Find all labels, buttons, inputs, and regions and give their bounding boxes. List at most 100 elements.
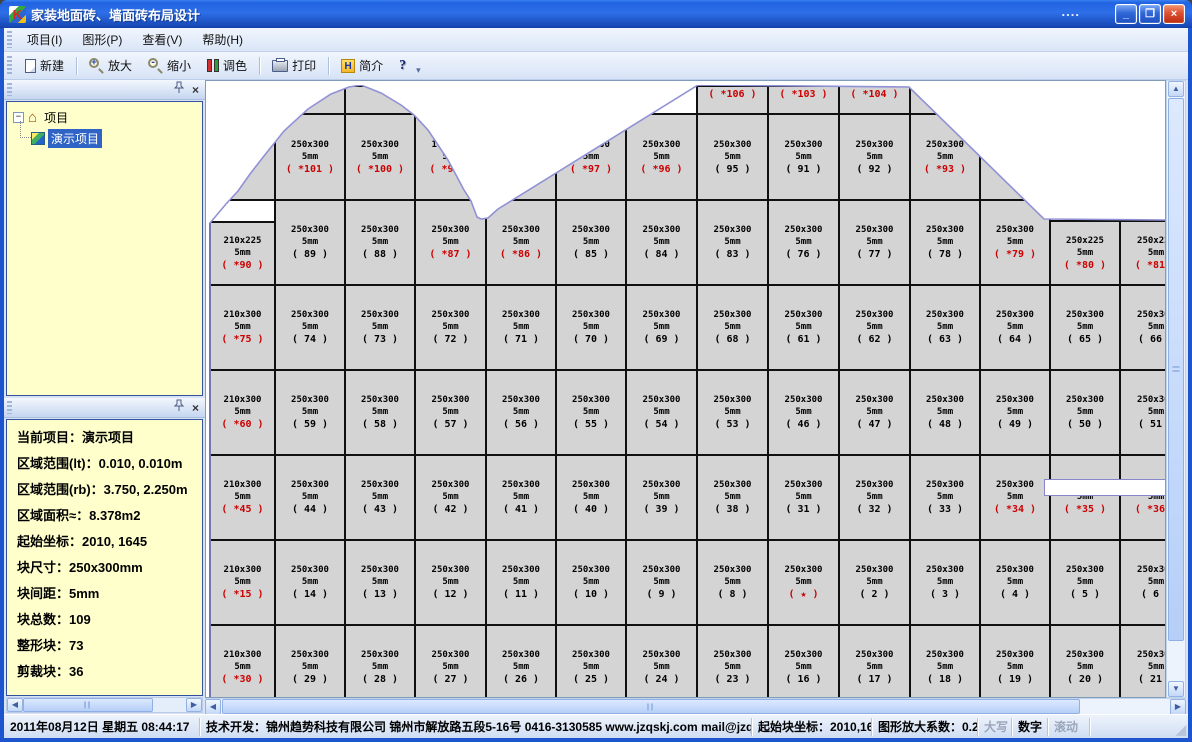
tile[interactable]: 250x3005mm( 33 ) xyxy=(909,454,981,541)
tile[interactable]: 250x3005mm( 92 ) xyxy=(838,113,911,201)
tile[interactable]: 250x3005mm( 77 ) xyxy=(838,199,911,286)
tile[interactable]: 250x3005mm( 17 ) xyxy=(838,624,911,697)
tile[interactable]: 250x3005mm( 46 ) xyxy=(767,369,840,456)
tile[interactable]: 250x3005mm( 29 ) xyxy=(274,624,346,697)
tile[interactable]: 250x3005mm( 48 ) xyxy=(909,369,981,456)
close-button[interactable]: × xyxy=(1163,4,1185,24)
tile[interactable]: 250x3005mm( 68 ) xyxy=(696,284,769,371)
tile[interactable]: 250x3005mm( 91 ) xyxy=(767,113,840,201)
tile[interactable]: 250x3005mm( 55 ) xyxy=(555,369,627,456)
tile-layout-canvas[interactable]: 250x3005mm( 21 )250x3005mm( 20 )250x3005… xyxy=(209,85,1165,697)
pin-icon[interactable] xyxy=(174,81,184,99)
menu-project[interactable]: 项目(I) xyxy=(17,28,72,51)
tile[interactable]: 250x3005mm( 18 ) xyxy=(909,624,981,697)
tile[interactable]: 250x3005mm( 56 ) xyxy=(485,369,557,456)
about-button[interactable]: H 简介 xyxy=(333,53,391,78)
tile[interactable]: 250x3005mm( 64 ) xyxy=(979,284,1051,371)
tile[interactable]: 250x3005mm( 14 ) xyxy=(274,539,346,626)
tile[interactable]: 250x2255mm( *80 ) xyxy=(1049,220,1121,286)
tile[interactable]: 250x3005mm( 41 ) xyxy=(485,454,557,541)
tile[interactable]: 250x3005mm( 10 ) xyxy=(555,539,627,626)
menu-graphics[interactable]: 图形(P) xyxy=(72,28,132,51)
tile[interactable]: 250x3005mm( *34 ) xyxy=(979,454,1051,541)
tile[interactable]: 250x3005mm( 76 ) xyxy=(767,199,840,286)
tile[interactable] xyxy=(209,113,276,201)
panel-close-icon[interactable]: × xyxy=(192,402,199,414)
tile[interactable]: 250x2255mm( *81 ) xyxy=(1119,220,1165,286)
tile[interactable]: 250x3005mm( 4 ) xyxy=(979,539,1051,626)
tile[interactable]: 250x3005mm( 28 ) xyxy=(344,624,416,697)
menu-view[interactable]: 查看(V) xyxy=(132,28,192,51)
tile[interactable]: ( *103 ) xyxy=(767,85,840,115)
zoom-in-button[interactable]: + 放大 xyxy=(81,53,140,78)
tile[interactable]: 250x3005mm( 23 ) xyxy=(696,624,769,697)
tile[interactable]: 250x3005mm( 57 ) xyxy=(414,369,487,456)
tile[interactable]: 250x3005mm( 38 ) xyxy=(696,454,769,541)
tile[interactable]: 250x3005mm( 12 ) xyxy=(414,539,487,626)
panel-grip[interactable] xyxy=(7,401,12,414)
tile[interactable]: 250x3005mm( ★ ) xyxy=(767,539,840,626)
scroll-left-arrow[interactable]: ◀ xyxy=(205,699,221,715)
tile[interactable]: 250x3005mm( 26 ) xyxy=(485,624,557,697)
tile[interactable]: 250x3005mm( 24 ) xyxy=(625,624,698,697)
tile[interactable]: 250x3005mm( *100 ) xyxy=(344,113,416,201)
scroll-up-arrow[interactable]: ▲ xyxy=(1168,81,1184,97)
zoom-out-button[interactable]: - 缩小 xyxy=(140,53,199,78)
tile[interactable]: 250x3005mm( 84 ) xyxy=(625,199,698,286)
tile[interactable]: 210x2255mm( *90 ) xyxy=(209,221,276,286)
scrollbar-thumb[interactable] xyxy=(23,698,153,712)
resize-grip[interactable]: ◢ xyxy=(1176,722,1186,738)
scroll-right-arrow[interactable]: ▶ xyxy=(1170,699,1186,715)
tile[interactable]: 250x3005mm( 11 ) xyxy=(485,539,557,626)
tile[interactable]: 250x3005mm( *98 ) xyxy=(485,113,557,201)
tile[interactable]: 250x3005mm( 27 ) xyxy=(414,624,487,697)
print-button[interactable]: 打印 xyxy=(264,53,324,78)
canvas-hscrollbar[interactable]: ◀ ▶ xyxy=(205,698,1186,714)
tree-item-demo-project[interactable]: 演示项目 xyxy=(31,129,202,148)
toolbar-overflow-button[interactable]: ▾ xyxy=(416,65,421,79)
tile[interactable]: 210x3005mm( *75 ) xyxy=(209,284,276,371)
tile[interactable]: 250x3005mm( *101 ) xyxy=(274,113,346,201)
tile[interactable] xyxy=(344,85,416,115)
tile[interactable]: 250x3005mm( 85 ) xyxy=(555,199,627,286)
tile[interactable]: ( *106 ) xyxy=(696,85,769,115)
tree-root-row[interactable]: − ⌂ 项目 xyxy=(13,108,202,127)
tile-edit-box[interactable] xyxy=(1044,479,1165,496)
tile[interactable]: 250x3005mm( 39 ) xyxy=(625,454,698,541)
tile[interactable]: 250x3005mm( *96 ) xyxy=(625,113,698,201)
tile[interactable]: 250x3005mm( *93 ) xyxy=(909,113,981,201)
tile[interactable]: 250x3005mm( 74 ) xyxy=(274,284,346,371)
tile[interactable]: 250x3005mm( 61 ) xyxy=(767,284,840,371)
help-button[interactable]: ? xyxy=(391,55,414,77)
tile[interactable]: 250x3005mm( 78 ) xyxy=(909,199,981,286)
tile[interactable]: 250x3005mm( 71 ) xyxy=(485,284,557,371)
tile[interactable]: 250x3005mm( 73 ) xyxy=(344,284,416,371)
tile[interactable]: 250x3005mm( 50 ) xyxy=(1049,369,1121,456)
tile[interactable]: 250x3005mm( 42 ) xyxy=(414,454,487,541)
tile[interactable]: 250x3005mm( 13 ) xyxy=(344,539,416,626)
tile[interactable]: 250x3005mm( 47 ) xyxy=(838,369,911,456)
tile[interactable]: 250x3005mm( 5 ) xyxy=(1049,539,1121,626)
tree-item-label[interactable]: 演示项目 xyxy=(48,129,102,148)
tile[interactable]: 250x3005mm( 40 ) xyxy=(555,454,627,541)
tile[interactable]: 250x3005mm( *97 ) xyxy=(555,113,627,201)
tile[interactable]: 250x3005mm( 44 ) xyxy=(274,454,346,541)
tile[interactable]: 210x3005mm( *60 ) xyxy=(209,369,276,456)
tile[interactable]: 210x3005mm( *45 ) xyxy=(209,454,276,541)
tile[interactable]: 250x3005mm( *87 ) xyxy=(414,199,487,286)
tile[interactable]: 250x3005mm( 89 ) xyxy=(274,199,346,286)
tile[interactable] xyxy=(414,85,487,115)
tile[interactable]: 250x3005mm( 53 ) xyxy=(696,369,769,456)
tile[interactable]: 250x3005mm( 70 ) xyxy=(555,284,627,371)
tile[interactable]: 250x3005mm( 8 ) xyxy=(696,539,769,626)
scrollbar-thumb[interactable] xyxy=(222,699,1080,714)
tile[interactable]: 250x3005mm( 54 ) xyxy=(625,369,698,456)
tile[interactable]: 250x3005mm( 95 ) xyxy=(696,113,769,201)
tile[interactable]: 250x3005mm( 49 ) xyxy=(979,369,1051,456)
tile[interactable]: 250x3005mm( 63 ) xyxy=(909,284,981,371)
tile[interactable] xyxy=(274,85,346,115)
tile[interactable]: ( *105 ) xyxy=(909,85,981,115)
tile[interactable]: 250x3005mm( 19 ) xyxy=(979,624,1051,697)
tile[interactable]: 250x3005mm( 83 ) xyxy=(696,199,769,286)
scroll-right-arrow[interactable]: ▶ xyxy=(186,698,202,712)
